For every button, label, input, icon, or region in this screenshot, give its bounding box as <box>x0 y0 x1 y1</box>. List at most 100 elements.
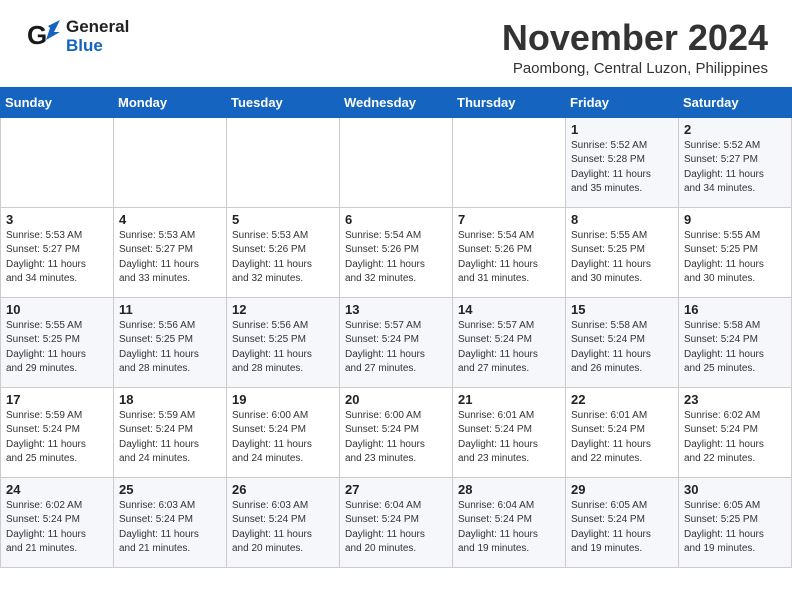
location-subtitle: Paombong, Central Luzon, Philippines <box>502 60 768 77</box>
calendar-cell: 9 Sunrise: 5:55 AMSunset: 5:25 PMDaylight… <box>679 207 792 297</box>
calendar-cell: 12 Sunrise: 5:56 AMSunset: 5:25 PMDayligh… <box>227 297 340 387</box>
day-info: Sunrise: 6:00 AMSunset: 5:24 PMDaylight:… <box>232 409 334 467</box>
calendar-cell: 20 Sunrise: 6:00 AMSunset: 5:24 PMDayligh… <box>340 387 453 477</box>
day-number: 3 <box>6 212 108 227</box>
calendar-table: SundayMondayTuesdayWednesdayThursdayFrid… <box>0 87 792 568</box>
day-info: Sunrise: 6:01 AMSunset: 5:24 PMDaylight:… <box>458 409 560 467</box>
logo: G General Blue <box>24 18 129 56</box>
day-number: 22 <box>571 392 673 407</box>
day-number: 29 <box>571 482 673 497</box>
day-info: Sunrise: 6:05 AMSunset: 5:24 PMDaylight:… <box>571 499 673 557</box>
calendar-cell: 7 Sunrise: 5:54 AMSunset: 5:26 PMDaylight… <box>453 207 566 297</box>
day-number: 13 <box>345 302 447 317</box>
day-info: Sunrise: 5:53 AMSunset: 5:27 PMDaylight:… <box>119 229 221 287</box>
month-year-title: November 2024 <box>502 18 768 58</box>
day-info: Sunrise: 5:58 AMSunset: 5:24 PMDaylight:… <box>684 319 786 377</box>
calendar-cell: 13 Sunrise: 5:57 AMSunset: 5:24 PMDayligh… <box>340 297 453 387</box>
calendar-cell: 8 Sunrise: 5:55 AMSunset: 5:25 PMDaylight… <box>566 207 679 297</box>
weekday-header-saturday: Saturday <box>679 87 792 117</box>
day-number: 1 <box>571 122 673 137</box>
day-info: Sunrise: 6:04 AMSunset: 5:24 PMDaylight:… <box>458 499 560 557</box>
svg-text:G: G <box>27 20 47 50</box>
calendar-cell: 6 Sunrise: 5:54 AMSunset: 5:26 PMDaylight… <box>340 207 453 297</box>
day-number: 28 <box>458 482 560 497</box>
day-number: 11 <box>119 302 221 317</box>
calendar-week-row: 3 Sunrise: 5:53 AMSunset: 5:27 PMDaylight… <box>1 207 792 297</box>
weekday-header-sunday: Sunday <box>1 87 114 117</box>
day-info: Sunrise: 6:01 AMSunset: 5:24 PMDaylight:… <box>571 409 673 467</box>
day-number: 4 <box>119 212 221 227</box>
calendar-cell: 4 Sunrise: 5:53 AMSunset: 5:27 PMDaylight… <box>114 207 227 297</box>
day-number: 12 <box>232 302 334 317</box>
day-info: Sunrise: 5:52 AMSunset: 5:28 PMDaylight:… <box>571 139 673 197</box>
calendar-cell <box>227 117 340 207</box>
weekday-header-wednesday: Wednesday <box>340 87 453 117</box>
calendar-cell: 10Sunrise: 5:55 AMSunset: 5:25 PMDayligh… <box>1 297 114 387</box>
day-number: 27 <box>345 482 447 497</box>
day-number: 7 <box>458 212 560 227</box>
day-number: 14 <box>458 302 560 317</box>
day-info: Sunrise: 5:53 AMSunset: 5:26 PMDaylight:… <box>232 229 334 287</box>
day-info: Sunrise: 5:56 AMSunset: 5:25 PMDaylight:… <box>119 319 221 377</box>
day-info: Sunrise: 5:55 AMSunset: 5:25 PMDaylight:… <box>6 319 108 377</box>
day-number: 9 <box>684 212 786 227</box>
day-number: 21 <box>458 392 560 407</box>
calendar-cell: 3Sunrise: 5:53 AMSunset: 5:27 PMDaylight… <box>1 207 114 297</box>
calendar-cell: 21 Sunrise: 6:01 AMSunset: 5:24 PMDayligh… <box>453 387 566 477</box>
day-info: Sunrise: 5:55 AMSunset: 5:25 PMDaylight:… <box>684 229 786 287</box>
day-info: Sunrise: 5:57 AMSunset: 5:24 PMDaylight:… <box>345 319 447 377</box>
calendar-week-row: 24Sunrise: 6:02 AMSunset: 5:24 PMDayligh… <box>1 477 792 567</box>
weekday-header-tuesday: Tuesday <box>227 87 340 117</box>
day-info: Sunrise: 5:56 AMSunset: 5:25 PMDaylight:… <box>232 319 334 377</box>
calendar-week-row: 17 Sunrise: 5:59 AMSunset: 5:24 PMDayligh… <box>1 387 792 477</box>
day-number: 20 <box>345 392 447 407</box>
logo-icon: G <box>24 18 62 56</box>
day-number: 2 <box>684 122 786 137</box>
weekday-header-friday: Friday <box>566 87 679 117</box>
day-number: 30 <box>684 482 786 497</box>
calendar-cell: 1 Sunrise: 5:52 AMSunset: 5:28 PMDaylight… <box>566 117 679 207</box>
weekday-header-thursday: Thursday <box>453 87 566 117</box>
page-header: G General Blue November 2024 Paombong, C… <box>0 0 792 87</box>
title-area: November 2024 Paombong, Central Luzon, P… <box>502 18 768 77</box>
calendar-cell: 14Sunrise: 5:57 AMSunset: 5:24 PMDayligh… <box>453 297 566 387</box>
day-info: Sunrise: 5:52 AMSunset: 5:27 PMDaylight:… <box>684 139 786 197</box>
day-number: 16 <box>684 302 786 317</box>
day-number: 17 <box>6 392 108 407</box>
calendar-cell <box>114 117 227 207</box>
weekday-header-row: SundayMondayTuesdayWednesdayThursdayFrid… <box>1 87 792 117</box>
day-number: 5 <box>232 212 334 227</box>
day-info: Sunrise: 6:00 AMSunset: 5:24 PMDaylight:… <box>345 409 447 467</box>
day-number: 8 <box>571 212 673 227</box>
day-info: Sunrise: 5:59 AMSunset: 5:24 PMDaylight:… <box>119 409 221 467</box>
day-info: Sunrise: 5:55 AMSunset: 5:25 PMDaylight:… <box>571 229 673 287</box>
day-number: 6 <box>345 212 447 227</box>
calendar-cell <box>340 117 453 207</box>
calendar-cell: 16 Sunrise: 5:58 AMSunset: 5:24 PMDayligh… <box>679 297 792 387</box>
day-info: Sunrise: 5:54 AMSunset: 5:26 PMDaylight:… <box>345 229 447 287</box>
day-info: Sunrise: 5:54 AMSunset: 5:26 PMDaylight:… <box>458 229 560 287</box>
calendar-cell: 17 Sunrise: 5:59 AMSunset: 5:24 PMDayligh… <box>1 387 114 477</box>
calendar-cell: 30 Sunrise: 6:05 AMSunset: 5:25 PMDayligh… <box>679 477 792 567</box>
day-info: Sunrise: 6:04 AMSunset: 5:24 PMDaylight:… <box>345 499 447 557</box>
calendar-header: SundayMondayTuesdayWednesdayThursdayFrid… <box>1 87 792 117</box>
calendar-cell: 27 Sunrise: 6:04 AMSunset: 5:24 PMDayligh… <box>340 477 453 567</box>
calendar-week-row: 1 Sunrise: 5:52 AMSunset: 5:28 PMDaylight… <box>1 117 792 207</box>
day-info: Sunrise: 6:05 AMSunset: 5:25 PMDaylight:… <box>684 499 786 557</box>
day-info: Sunrise: 5:59 AMSunset: 5:24 PMDaylight:… <box>6 409 108 467</box>
calendar-cell: 11 Sunrise: 5:56 AMSunset: 5:25 PMDayligh… <box>114 297 227 387</box>
calendar-cell: 26Sunrise: 6:03 AMSunset: 5:24 PMDayligh… <box>227 477 340 567</box>
calendar-cell: 28 Sunrise: 6:04 AMSunset: 5:24 PMDayligh… <box>453 477 566 567</box>
day-number: 25 <box>119 482 221 497</box>
logo-blue: Blue <box>66 37 129 56</box>
calendar-cell: 29 Sunrise: 6:05 AMSunset: 5:24 PMDayligh… <box>566 477 679 567</box>
day-number: 24 <box>6 482 108 497</box>
day-info: Sunrise: 6:03 AMSunset: 5:24 PMDaylight:… <box>119 499 221 557</box>
day-info: Sunrise: 6:02 AMSunset: 5:24 PMDaylight:… <box>684 409 786 467</box>
weekday-header-monday: Monday <box>114 87 227 117</box>
day-number: 18 <box>119 392 221 407</box>
calendar-cell: 15Sunrise: 5:58 AMSunset: 5:24 PMDayligh… <box>566 297 679 387</box>
calendar-cell: 23Sunrise: 6:02 AMSunset: 5:24 PMDayligh… <box>679 387 792 477</box>
day-number: 26 <box>232 482 334 497</box>
day-number: 15 <box>571 302 673 317</box>
